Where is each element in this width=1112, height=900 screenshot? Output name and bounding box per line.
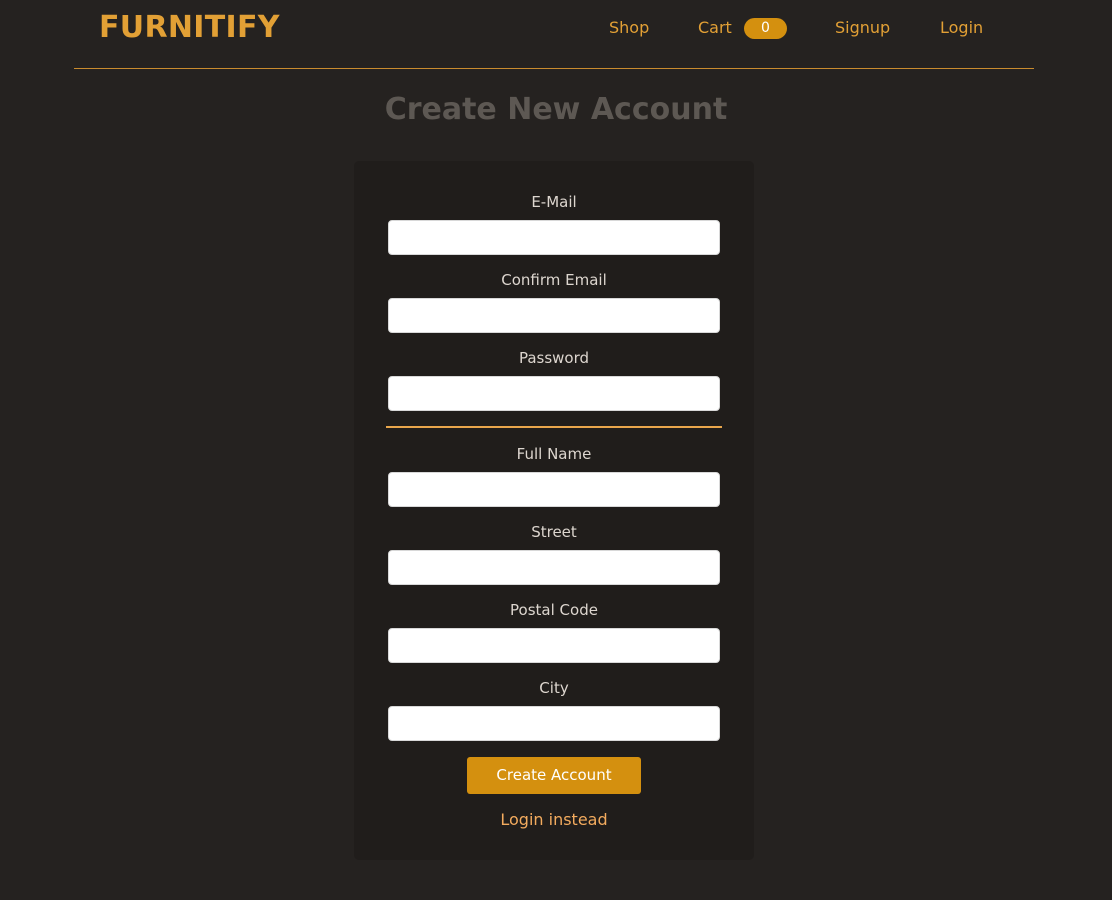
full-name-field[interactable] bbox=[388, 472, 720, 507]
page-title: Create New Account bbox=[384, 92, 728, 127]
cart-count-badge[interactable]: 0 bbox=[744, 18, 787, 39]
site-logo[interactable]: FURNITIFY bbox=[99, 10, 280, 46]
confirm-email-label: Confirm Email bbox=[501, 271, 607, 289]
nav-link-login[interactable]: Login bbox=[940, 17, 983, 39]
street-label: Street bbox=[531, 523, 577, 541]
city-label: City bbox=[539, 679, 569, 697]
nav-link-signup[interactable]: Signup bbox=[835, 17, 890, 39]
postal-code-field[interactable] bbox=[388, 628, 720, 663]
password-field[interactable] bbox=[388, 376, 720, 411]
login-instead-link[interactable]: Login instead bbox=[354, 809, 754, 831]
signup-form: E-Mail Confirm Email Password Full Name … bbox=[354, 161, 754, 860]
confirm-email-field[interactable] bbox=[388, 298, 720, 333]
password-label: Password bbox=[518, 349, 590, 367]
email-field[interactable] bbox=[388, 220, 720, 255]
site-header: FURNITIFY Shop Cart 0 Signup Login bbox=[74, 0, 1034, 69]
full-name-label: Full Name bbox=[516, 445, 592, 463]
email-label: E-Mail bbox=[531, 193, 577, 211]
create-account-button[interactable]: Create Account bbox=[467, 757, 641, 794]
street-field[interactable] bbox=[388, 550, 720, 585]
nav-link-cart[interactable]: Cart bbox=[698, 17, 732, 39]
city-field[interactable] bbox=[388, 706, 720, 741]
postal-code-label: Postal Code bbox=[510, 601, 598, 619]
form-divider bbox=[386, 426, 722, 428]
nav-link-shop[interactable]: Shop bbox=[609, 17, 649, 39]
